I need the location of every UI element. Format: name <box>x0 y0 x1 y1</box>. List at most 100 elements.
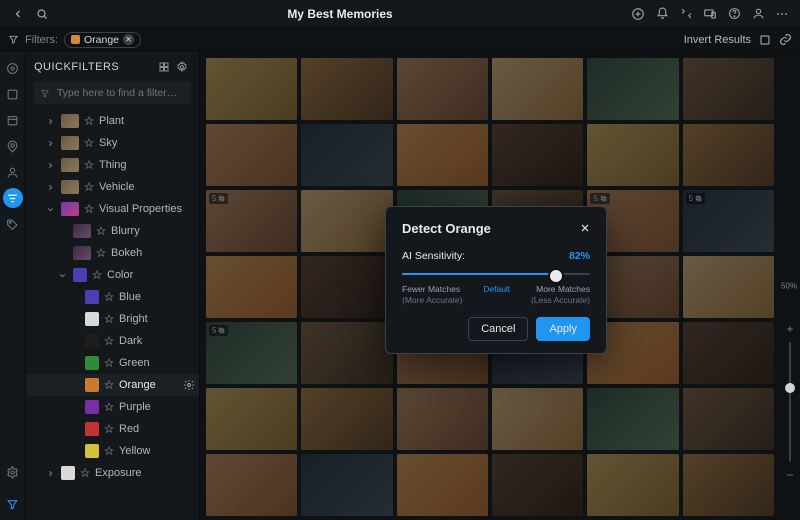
tree-item[interactable]: Blurry <box>26 220 199 242</box>
thumb-icon <box>61 136 79 150</box>
thumb-icon <box>73 224 91 238</box>
tree-item-color-green[interactable]: Green <box>26 352 199 374</box>
tree-item-label: Exposure <box>95 467 141 479</box>
help-icon[interactable] <box>722 2 746 26</box>
rail-filterpanel-icon[interactable] <box>3 494 23 514</box>
panel-search-input[interactable] <box>55 86 185 100</box>
cancel-button[interactable]: Cancel <box>468 317 528 341</box>
tree-item-label: Sky <box>99 137 117 149</box>
panel-title: QUICKFILTERS <box>34 61 119 73</box>
tree-item-label: Plant <box>99 115 124 127</box>
apply-button[interactable]: Apply <box>536 317 590 341</box>
panel-search-icon <box>40 88 50 99</box>
rail-people-icon[interactable] <box>3 162 23 182</box>
tree-item-color-blue[interactable]: Blue <box>26 286 199 308</box>
rail-map-icon[interactable] <box>3 136 23 156</box>
ticks-default[interactable]: Default <box>483 284 510 304</box>
tree-item-color-bright[interactable]: Bright <box>26 308 199 330</box>
panel-gear-icon[interactable] <box>173 58 191 76</box>
detect-color-dialog: Detect Orange AI Sensitivity: 82% Fewer … <box>385 206 607 353</box>
tree-item-label: Color <box>107 269 133 281</box>
back-button[interactable] <box>6 2 30 26</box>
remove-chip-icon[interactable]: ✕ <box>123 34 134 45</box>
sensitivity-label: AI Sensitivity: <box>402 250 465 262</box>
gear-icon[interactable] <box>183 379 195 391</box>
swatch-icon <box>85 290 99 304</box>
swatch-icon <box>61 466 75 480</box>
tree-item-label: Thing <box>99 159 127 171</box>
swatch-icon <box>85 356 99 370</box>
tree-item[interactable]: Bokeh <box>26 242 199 264</box>
notifications-icon[interactable] <box>650 2 674 26</box>
rail-calendar-icon[interactable] <box>3 110 23 130</box>
tree-item-label: Yellow <box>119 445 150 457</box>
tree-item-label: Bokeh <box>111 247 142 259</box>
tree-item-label: Green <box>119 357 150 369</box>
tree-item-label: Dark <box>119 335 142 347</box>
panel-search[interactable] <box>34 82 191 104</box>
slider-knob[interactable] <box>548 268 564 284</box>
thumb-icon <box>61 180 79 194</box>
tree-item-color-orange[interactable]: Orange <box>26 374 199 396</box>
tree-item[interactable]: Sky <box>26 132 199 154</box>
ticks-left: Fewer Matches(More Accurate) <box>402 284 462 304</box>
tree-item-color-purple[interactable]: Purple <box>26 396 199 418</box>
rail-quickfilters-icon[interactable] <box>3 188 23 208</box>
devices-icon[interactable] <box>698 2 722 26</box>
add-button[interactable] <box>626 2 650 26</box>
link-filters-icon[interactable] <box>779 33 792 46</box>
nav-rail <box>0 52 26 520</box>
invert-results-toggle[interactable]: Invert Results <box>684 34 751 46</box>
color-swatch-icon <box>71 35 80 44</box>
rail-library-icon[interactable] <box>3 84 23 104</box>
close-icon[interactable] <box>576 219 594 237</box>
rail-home-icon[interactable] <box>3 58 23 78</box>
tree-item-color[interactable]: Color <box>26 264 199 286</box>
photo-grid-wrap: 5 5 5 5 50% Detect Orange AI Sensitivity… <box>200 52 800 520</box>
tree-item-label: Orange <box>119 379 156 391</box>
filter-chip-orange[interactable]: Orange ✕ <box>64 32 141 48</box>
sync-icon[interactable] <box>674 2 698 26</box>
tree-item-label: Blurry <box>111 225 140 237</box>
thumb-icon <box>61 158 79 172</box>
swatch-icon <box>85 334 99 348</box>
thumb-icon <box>73 246 91 260</box>
top-bar: My Best Memories <box>0 0 800 28</box>
dialog-title: Detect Orange <box>402 221 590 236</box>
filters-label: Filters: <box>25 34 58 46</box>
tree-item-label: Blue <box>119 291 141 303</box>
rail-tags-icon[interactable] <box>3 214 23 234</box>
quickfilters-panel: QUICKFILTERS Plant Sky Thing Vehicle Visual … <box>26 52 200 520</box>
sensitivity-slider[interactable] <box>402 266 590 282</box>
thumb-icon <box>61 114 79 128</box>
tree-item-exposure[interactable]: Exposure <box>26 462 199 484</box>
account-icon[interactable] <box>746 2 770 26</box>
tree-item-color-yellow[interactable]: Yellow <box>26 440 199 462</box>
tree-item-color-dark[interactable]: Dark <box>26 330 199 352</box>
tree-item-label: Red <box>119 423 139 435</box>
page-title: My Best Memories <box>287 7 392 21</box>
filter-funnel-icon[interactable] <box>8 34 19 45</box>
filter-tree: Plant Sky Thing Vehicle Visual Properties Blu… <box>26 110 199 492</box>
ticks-right: More Matches(Less Accurate) <box>531 284 590 304</box>
tree-item-label: Visual Properties <box>99 203 182 215</box>
tree-item-color-red[interactable]: Red <box>26 418 199 440</box>
swatch-icon <box>85 378 99 392</box>
tree-item[interactable]: Plant <box>26 110 199 132</box>
tree-item-visual-properties[interactable]: Visual Properties <box>26 198 199 220</box>
swatch-icon <box>73 268 87 282</box>
tree-item-label: Vehicle <box>99 181 134 193</box>
tree-item[interactable]: Thing <box>26 154 199 176</box>
more-icon[interactable] <box>770 2 794 26</box>
sensitivity-value: 82% <box>569 250 590 262</box>
search-icon[interactable] <box>30 2 54 26</box>
tree-item-label: Purple <box>119 401 151 413</box>
invert-checkbox-icon[interactable] <box>759 34 771 46</box>
swatch-icon <box>85 444 99 458</box>
swatch-icon <box>85 312 99 326</box>
rail-settings-icon[interactable] <box>3 462 23 482</box>
tree-item[interactable]: Vehicle <box>26 176 199 198</box>
filter-chip-label: Orange <box>84 34 119 46</box>
panel-layout-icon[interactable] <box>155 58 173 76</box>
dialog-scrim: Detect Orange AI Sensitivity: 82% Fewer … <box>200 52 800 520</box>
